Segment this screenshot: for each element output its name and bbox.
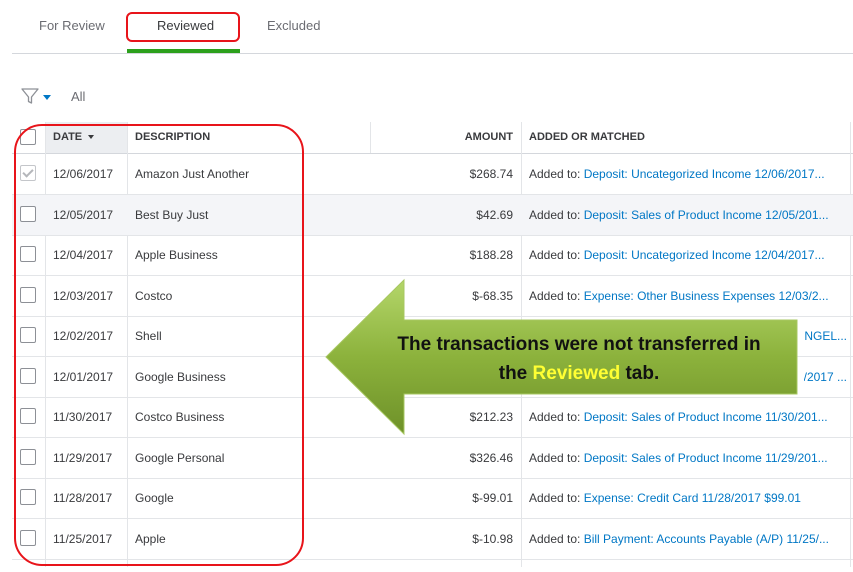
added-to-link[interactable]: /2017 ... xyxy=(804,370,847,384)
added-to-label: Added to: xyxy=(529,491,581,505)
row-added-or-matched: Added to: Bill Payment: Accounts Payable… xyxy=(529,532,851,546)
row-amount: $-10.98 xyxy=(472,531,513,546)
row-amount: $-99.01 xyxy=(472,491,513,505)
added-to-label: Added to: xyxy=(529,248,581,262)
row-amount: $42.69 xyxy=(476,207,513,222)
row-added-or-matched: Added to: Deposit: Uncategorized Income … xyxy=(529,248,851,262)
active-tab-indicator xyxy=(127,49,240,53)
tab-for-review[interactable]: For Review xyxy=(39,18,105,33)
added-to-link[interactable]: Deposit: Uncategorized Income 12/06/2017… xyxy=(584,167,825,181)
added-to-link[interactable]: Deposit: Sales of Product Income 12/05/2… xyxy=(584,208,829,222)
tab-excluded[interactable]: Excluded xyxy=(267,18,320,33)
callout-text: The transactions were not transferred in… xyxy=(397,334,761,384)
added-to-label: Added to: xyxy=(529,167,581,181)
row-added-or-matched: /2017 ... xyxy=(804,370,847,384)
added-to-link[interactable]: Bill Payment: Accounts Payable (A/P) 11/… xyxy=(584,532,829,546)
row-added-or-matched: Added to: Deposit: Sales of Product Inco… xyxy=(529,208,851,222)
column-divider xyxy=(370,122,371,153)
row-added-or-matched: Added to: Deposit: Uncategorized Income … xyxy=(529,167,851,181)
row-added-or-matched: Added to: Deposit: Sales of Product Inco… xyxy=(529,451,851,465)
chevron-down-icon[interactable] xyxy=(43,95,51,100)
added-to-link[interactable]: Deposit: Uncategorized Income 12/04/2017… xyxy=(584,248,825,262)
added-to-link[interactable]: NGEL... xyxy=(804,329,847,343)
row-amount: $188.28 xyxy=(469,248,513,262)
reviewed-tab-annotation xyxy=(126,12,240,42)
added-to-link[interactable]: Deposit: Sales of Product Income 11/29/2… xyxy=(584,451,828,465)
row-added-or-matched: Added to: Expense: Credit Card 11/28/201… xyxy=(529,491,851,505)
row-amount: $326.46 xyxy=(469,450,513,465)
added-to-link[interactable]: Expense: Credit Card 11/28/2017 $99.01 xyxy=(584,491,801,505)
highlight-reviewed: Reviewed xyxy=(532,363,621,384)
added-to-label: Added to: xyxy=(529,207,581,222)
added-to-label: Added to: xyxy=(529,450,581,465)
filter-icon[interactable] xyxy=(20,86,40,106)
row-added-or-matched: NGEL... xyxy=(804,329,847,343)
date-description-annotation xyxy=(14,124,304,566)
row-amount: $268.74 xyxy=(469,167,513,181)
filter-label: All xyxy=(71,89,86,104)
callout-arrow: The transactions were not transferred in… xyxy=(324,278,799,436)
added-column-header[interactable]: ADDED OR MATCHED xyxy=(529,131,645,143)
amount-column-header[interactable]: AMOUNT xyxy=(465,131,513,143)
added-to-label: Added to: xyxy=(529,531,581,546)
